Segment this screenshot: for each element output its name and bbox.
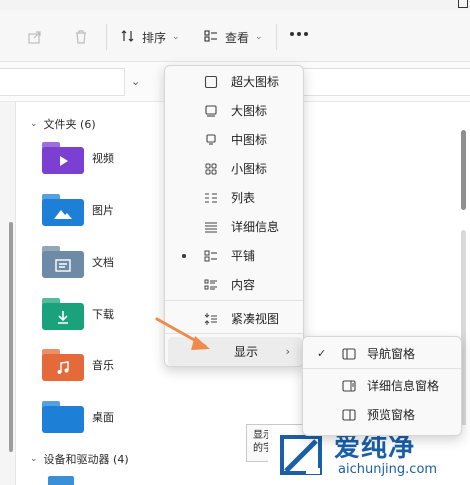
menu-item[interactable]: 平铺 <box>165 241 303 270</box>
view-dropdown-menu: 超大图标大图标中图标小图标列表详细信息平铺内容紧凑视图显示 › <box>164 65 304 367</box>
compact-view-icon <box>203 311 219 327</box>
show-submenu: ✓ 导航窗格详细信息窗格 预览窗格 <box>302 336 462 436</box>
medium-icons-icon <box>203 132 219 148</box>
folder-name: 音乐 <box>92 359 114 372</box>
menu-item[interactable]: 内容 <box>165 270 303 299</box>
selected-bullet-icon <box>182 253 186 258</box>
command-bar: 排序 ⌄ 查看 ⌄ <box>0 10 470 62</box>
view-label: 查看 <box>225 30 250 45</box>
pictures-folder-icon <box>42 194 84 226</box>
delete-icon[interactable] <box>72 28 90 46</box>
folder-name: 文档 <box>92 256 114 269</box>
address-history-chevron-icon[interactable]: ⌄ <box>131 75 140 88</box>
menu-item[interactable]: 详细信息 <box>165 212 303 241</box>
menu-item-label: 紧凑视图 <box>231 312 280 326</box>
menu-item[interactable]: 紧凑视图 <box>165 304 303 333</box>
toolbar-divider <box>106 24 107 50</box>
folders-group-header[interactable]: ⌄ 文件夹 (6) <box>30 116 96 132</box>
menu-item-label: 平铺 <box>231 249 256 263</box>
menu-item-label: 小图标 <box>231 162 268 176</box>
menu-item[interactable]: 中图标 <box>165 125 303 154</box>
extra-large-icons-icon <box>203 74 219 90</box>
chevron-down-icon: ⌄ <box>30 454 38 464</box>
list-icon <box>203 190 219 206</box>
folder-item[interactable]: 桌面 <box>42 401 114 433</box>
content-scrollbar-thumb[interactable] <box>461 130 466 210</box>
search-box[interactable] <box>300 68 470 96</box>
menu-item-label: 超大图标 <box>231 75 280 89</box>
submenu-item[interactable]: 预览窗格 <box>303 400 461 429</box>
video-folder-icon <box>42 142 84 174</box>
menu-divider <box>165 300 303 301</box>
watermark-logo-mark-icon <box>280 435 322 475</box>
submenu-item-label: 预览窗格 <box>367 408 416 422</box>
folder-item[interactable]: 下载 <box>42 298 114 330</box>
sort-icon <box>120 28 136 47</box>
small-icons-icon <box>203 161 219 177</box>
watermark-url: aichunjing.com <box>338 462 438 477</box>
submenu-item[interactable]: 详细信息窗格 <box>303 371 461 400</box>
menu-item[interactable]: 列表 <box>165 183 303 212</box>
navigation-pane-icon <box>341 346 357 362</box>
more-options-icon[interactable] <box>290 32 308 36</box>
preview-pane-icon <box>341 407 357 423</box>
menu-item-label: 大图标 <box>231 104 268 118</box>
navigation-scrollbar[interactable] <box>9 222 13 452</box>
chevron-down-icon: ⌄ <box>172 32 180 42</box>
music-folder-icon <box>42 349 84 381</box>
navigation-pane[interactable] <box>0 102 16 485</box>
folder-item[interactable]: 音乐 <box>42 349 114 381</box>
folder-name: 图片 <box>92 204 114 217</box>
sort-button[interactable]: 排序 ⌄ <box>120 26 180 48</box>
menu-item-label: 列表 <box>231 191 256 205</box>
menu-item[interactable]: 大图标 <box>165 96 303 125</box>
submenu-divider <box>303 368 461 369</box>
chevron-down-icon: ⌄ <box>30 119 38 129</box>
folder-name: 下载 <box>92 308 114 321</box>
tiles-icon <box>203 248 219 264</box>
view-icon <box>203 28 219 47</box>
folder-item[interactable]: 视频 <box>42 142 114 174</box>
folder-name: 视频 <box>92 152 114 165</box>
folder-item[interactable]: 文档 <box>42 246 114 278</box>
documents-folder-icon <box>42 246 84 278</box>
menu-item-label: 内容 <box>231 278 256 292</box>
menu-item[interactable]: 超大图标 <box>165 67 303 96</box>
menu-item-label: 详细信息 <box>231 220 280 234</box>
sort-label: 排序 <box>142 30 167 45</box>
drives-group-header[interactable]: ⌄ 设备和驱动器 (4) <box>30 451 129 467</box>
menu-item-label: 显示 <box>234 345 259 359</box>
large-icons-icon <box>203 103 219 119</box>
checkmark-icon: ✓ <box>317 347 327 360</box>
menu-divider <box>165 333 303 334</box>
submenu-item-label: 导航窗格 <box>367 347 416 361</box>
chevron-down-icon: ⌄ <box>255 32 263 42</box>
submenu-item[interactable]: ✓ 导航窗格 <box>303 339 461 368</box>
view-button[interactable]: 查看 ⌄ <box>203 26 263 48</box>
downloads-folder-icon <box>42 298 84 330</box>
share-icon[interactable] <box>26 28 44 46</box>
folder-item[interactable]: 图片 <box>42 194 114 226</box>
details-icon <box>203 219 219 235</box>
details-pane-icon <box>341 378 357 394</box>
chevron-right-icon: › <box>285 345 290 358</box>
window-title-strip <box>0 0 470 10</box>
desktop-folder-icon <box>42 401 84 433</box>
address-bar[interactable] <box>0 68 125 96</box>
folder-name: 桌面 <box>92 411 114 424</box>
toolbar-divider <box>276 24 277 50</box>
maximize-icon[interactable] <box>458 0 468 8</box>
drive-icon[interactable] <box>48 476 74 485</box>
content-icon <box>203 277 219 293</box>
submenu-item-label: 详细信息窗格 <box>367 379 440 393</box>
menu-item[interactable]: 小图标 <box>165 154 303 183</box>
menu-item[interactable]: 显示 › <box>168 337 302 366</box>
drives-group-label: 设备和驱动器 (4) <box>43 453 129 466</box>
folders-group-label: 文件夹 (6) <box>43 118 96 131</box>
menu-item-label: 中图标 <box>231 133 268 147</box>
